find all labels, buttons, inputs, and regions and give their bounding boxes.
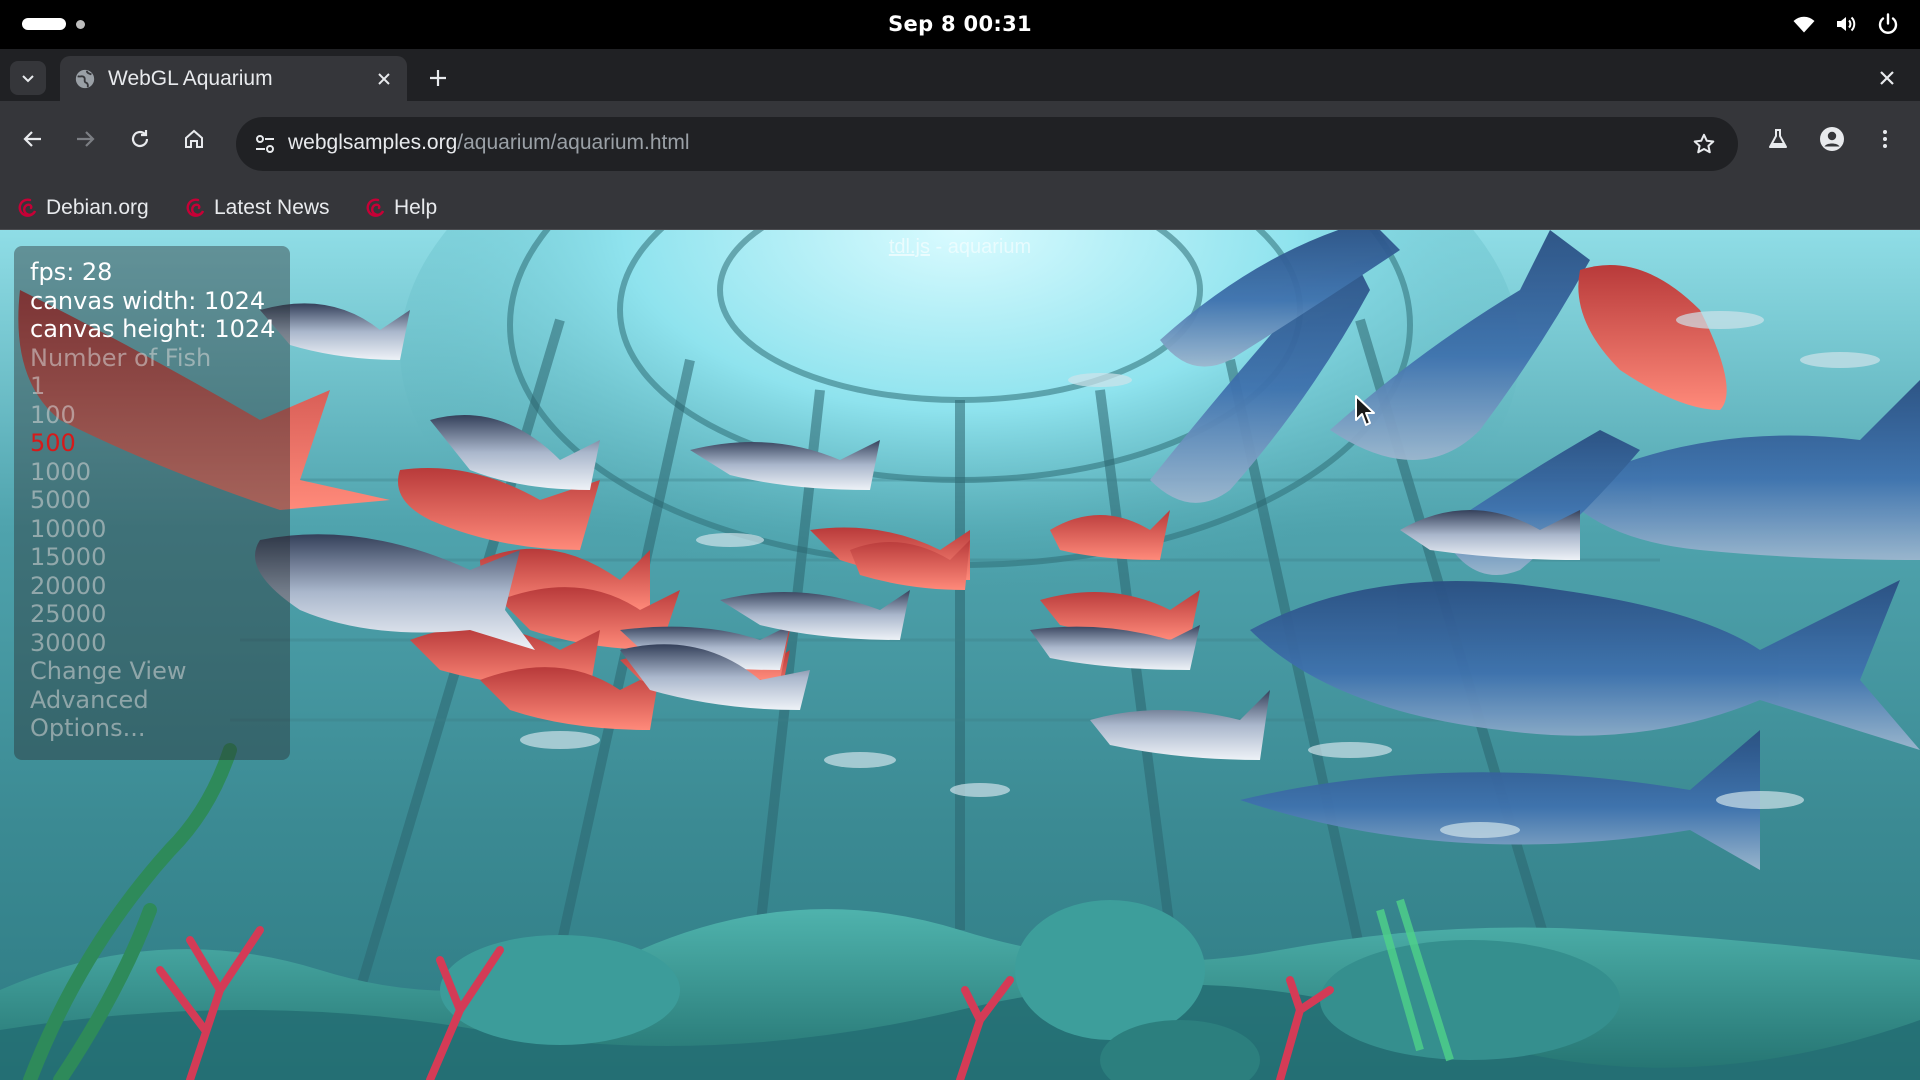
page-viewport: tdl.js - aquarium fps: 28 canvas width: … (0, 230, 1920, 1080)
home-button[interactable] (175, 120, 213, 158)
tab-title: WebGL Aquarium (108, 66, 273, 90)
url-path: /aquarium/aquarium.html (457, 131, 690, 154)
bookmark-label: Debian.org (46, 196, 149, 219)
debian-swirl-icon (186, 198, 205, 217)
url-host: webglsamples.org (288, 131, 458, 154)
options-button[interactable]: Options... (30, 714, 290, 743)
site-info-button[interactable] (246, 125, 284, 163)
system-top-bar: Sep 8 00:31 (0, 0, 1920, 49)
fish-option-25000[interactable]: 25000 (30, 600, 290, 629)
fish-option-30000[interactable]: 30000 (30, 629, 290, 658)
globe-icon (75, 69, 95, 88)
wifi-icon (1792, 12, 1816, 36)
tab-webgl-aquarium[interactable]: WebGL Aquarium (60, 56, 407, 101)
flask-icon (1769, 129, 1787, 148)
fps-readout: fps: 28 (30, 258, 113, 286)
account-icon (1820, 127, 1844, 151)
browser-toolbar: webglsamples.org/aquarium/aquarium.html (0, 101, 1920, 187)
tune-icon (256, 135, 274, 153)
bookmark-label: Help (394, 196, 438, 219)
plus-icon (430, 70, 446, 86)
tdl-link[interactable]: tdl.js (889, 236, 930, 258)
close-icon (378, 72, 390, 85)
debian-swirl-icon (366, 198, 385, 217)
labs-button[interactable] (1759, 120, 1797, 158)
arrow-left-icon (23, 131, 41, 147)
new-tab-button[interactable] (420, 61, 456, 95)
home-icon (185, 129, 203, 148)
heading-rest: - aquarium (929, 236, 1032, 258)
canvas-height-readout: canvas height: 1024 (30, 315, 276, 343)
star-icon (1693, 133, 1715, 154)
reload-icon (131, 130, 149, 148)
kebab-menu-icon (1883, 130, 1887, 148)
fish-option-1[interactable]: 1 (30, 372, 290, 401)
back-button[interactable] (14, 120, 52, 158)
menu-button[interactable] (1866, 120, 1904, 158)
bookmark-help[interactable]: Help (366, 187, 437, 229)
system-tray[interactable] (1792, 12, 1900, 36)
chevron-down-icon (22, 75, 34, 83)
bookmark-latest-news[interactable]: Latest News (186, 187, 330, 229)
bookmark-debian-org[interactable]: Debian.org (18, 187, 149, 229)
clock[interactable]: Sep 8 00:31 (0, 12, 1920, 36)
address-bar[interactable]: webglsamples.org/aquarium/aquarium.html (236, 117, 1738, 171)
arrow-right-icon (77, 131, 95, 147)
close-icon (1880, 71, 1894, 85)
tab-strip: WebGL Aquarium (0, 49, 1920, 101)
fish-option-15000[interactable]: 15000 (30, 543, 290, 572)
bookmarks-bar: Debian.org Latest News Help (0, 187, 1920, 230)
volume-icon (1834, 12, 1858, 36)
fish-option-5000[interactable]: 5000 (30, 486, 290, 515)
fish-option-20000[interactable]: 20000 (30, 572, 290, 601)
bookmark-star-button[interactable] (1686, 126, 1722, 162)
reload-button[interactable] (121, 120, 159, 158)
fish-option-100[interactable]: 100 (30, 401, 290, 430)
bookmark-label: Latest News (214, 196, 330, 219)
canvas-width-readout: canvas width: 1024 (30, 286, 266, 315)
debian-swirl-icon (18, 198, 37, 217)
profile-button[interactable] (1813, 120, 1851, 158)
tab-close-button[interactable] (369, 64, 399, 94)
fish-option-1000[interactable]: 1000 (30, 458, 290, 487)
tab-search-button[interactable] (10, 61, 46, 95)
url-text[interactable]: webglsamples.org/aquarium/aquarium.html (288, 131, 690, 155)
power-icon (1876, 12, 1900, 36)
mouse-pointer-icon (1355, 395, 1375, 426)
number-of-fish-label: Number of Fish (30, 343, 212, 372)
change-view-button[interactable]: Change View (30, 657, 290, 686)
fish-option-10000[interactable]: 10000 (30, 515, 290, 544)
window-close-button[interactable] (1872, 63, 1902, 93)
advanced-button[interactable]: Advanced (30, 686, 290, 715)
aquarium-control-panel: fps: 28 canvas width: 1024 canvas height… (14, 246, 290, 760)
forward-button[interactable] (66, 120, 104, 158)
fish-option-500[interactable]: 500 (30, 429, 290, 458)
